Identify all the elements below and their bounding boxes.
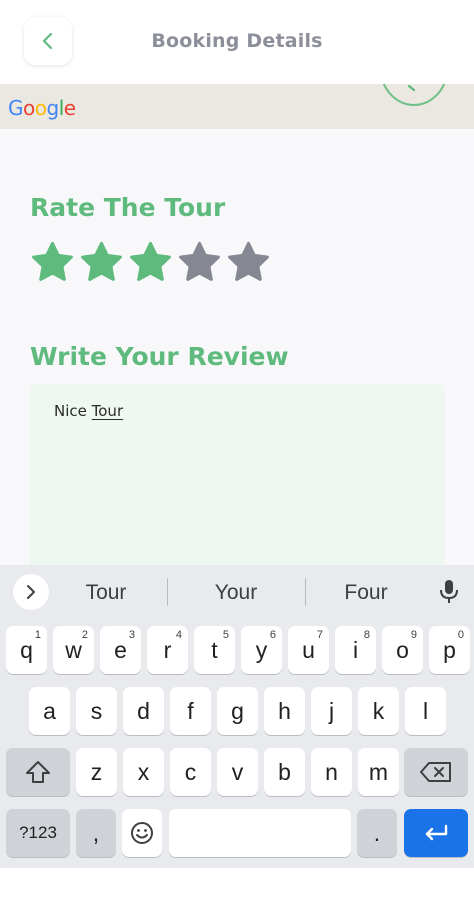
shift-key[interactable] <box>6 748 70 796</box>
shift-icon <box>26 761 50 783</box>
key-b[interactable]: b <box>264 748 305 796</box>
star-empty-icon[interactable] <box>226 240 271 285</box>
key-l[interactable]: l <box>405 687 446 735</box>
key-i[interactable]: i8 <box>335 626 376 674</box>
key-hint: 6 <box>269 629 276 641</box>
key-hint: 7 <box>316 629 323 641</box>
page-title: Booking Details <box>151 30 323 52</box>
key-m[interactable]: m <box>358 748 399 796</box>
suggestion-divider <box>167 578 168 606</box>
suggestion-3[interactable]: Four <box>316 581 416 605</box>
backspace-icon <box>420 762 451 782</box>
key-k[interactable]: k <box>358 687 399 735</box>
key-hint: 5 <box>222 629 229 641</box>
key-hint: 0 <box>457 629 464 641</box>
key-y[interactable]: y6 <box>241 626 282 674</box>
key-t[interactable]: t5 <box>194 626 235 674</box>
review-text-underlined: Tour <box>91 402 124 420</box>
key-r[interactable]: r4 <box>147 626 188 674</box>
key-hint: 9 <box>410 629 417 641</box>
emoji-key[interactable] <box>122 809 162 857</box>
star-filled-icon[interactable] <box>128 240 173 285</box>
review-content: Rate The Tour Write Your Review Nice Tou… <box>0 129 474 574</box>
enter-icon <box>425 824 448 841</box>
space-key[interactable] <box>169 809 351 857</box>
review-title: Write Your Review <box>30 342 289 371</box>
suggestion-bar: Tour Your Four <box>0 565 474 619</box>
chevron-right-icon <box>27 585 35 599</box>
key-p[interactable]: p0 <box>429 626 470 674</box>
key-hint: 8 <box>363 629 370 641</box>
key-s[interactable]: s <box>76 687 117 735</box>
onscreen-keyboard: Tour Your Four q1w2e3r4t5y6u7i8o9p0 asdf… <box>0 565 474 868</box>
suggestion-1[interactable]: Tour <box>56 581 156 605</box>
key-u[interactable]: u7 <box>288 626 329 674</box>
key-f[interactable]: f <box>170 687 211 735</box>
map-marker[interactable] <box>379 84 449 106</box>
key-z[interactable]: z <box>76 748 117 796</box>
key-x[interactable]: x <box>123 748 164 796</box>
key-w[interactable]: w2 <box>53 626 94 674</box>
suggestion-divider <box>305 578 306 606</box>
star-filled-icon[interactable] <box>30 240 75 285</box>
key-q[interactable]: q1 <box>6 626 47 674</box>
key-d[interactable]: d <box>123 687 164 735</box>
key-hint: 3 <box>128 629 135 641</box>
key-o[interactable]: o9 <box>382 626 423 674</box>
expand-suggestions-button[interactable] <box>13 574 49 610</box>
key-c[interactable]: c <box>170 748 211 796</box>
check-icon <box>407 84 416 92</box>
key-n[interactable]: n <box>311 748 352 796</box>
app-header: Booking Details <box>0 0 474 84</box>
key-j[interactable]: j <box>311 687 352 735</box>
symbols-key[interactable]: ?123 <box>6 809 70 857</box>
system-nav-bar <box>0 868 474 924</box>
map-view[interactable]: Google <box>0 84 474 129</box>
star-filled-icon[interactable] <box>79 240 124 285</box>
rate-title: Rate The Tour <box>30 193 226 222</box>
key-v[interactable]: v <box>217 748 258 796</box>
key-hint: 1 <box>34 629 41 641</box>
suggestion-2[interactable]: Your <box>186 581 286 605</box>
google-logo: Google <box>8 96 76 120</box>
key-a[interactable]: a <box>29 687 70 735</box>
comma-key[interactable]: , <box>76 809 116 857</box>
review-text: Nice Tour <box>54 402 124 420</box>
emoji-icon <box>131 822 153 844</box>
microphone-icon[interactable] <box>437 579 461 605</box>
key-g[interactable]: g <box>217 687 258 735</box>
backspace-key[interactable] <box>404 748 468 796</box>
key-hint: 2 <box>81 629 88 641</box>
enter-key[interactable] <box>404 809 468 857</box>
key-e[interactable]: e3 <box>100 626 141 674</box>
review-textarea[interactable]: Nice Tour <box>30 384 445 574</box>
star-empty-icon[interactable] <box>177 240 222 285</box>
key-h[interactable]: h <box>264 687 305 735</box>
key-hint: 4 <box>175 629 182 641</box>
period-key[interactable]: . <box>357 809 397 857</box>
star-rating[interactable] <box>30 240 271 285</box>
